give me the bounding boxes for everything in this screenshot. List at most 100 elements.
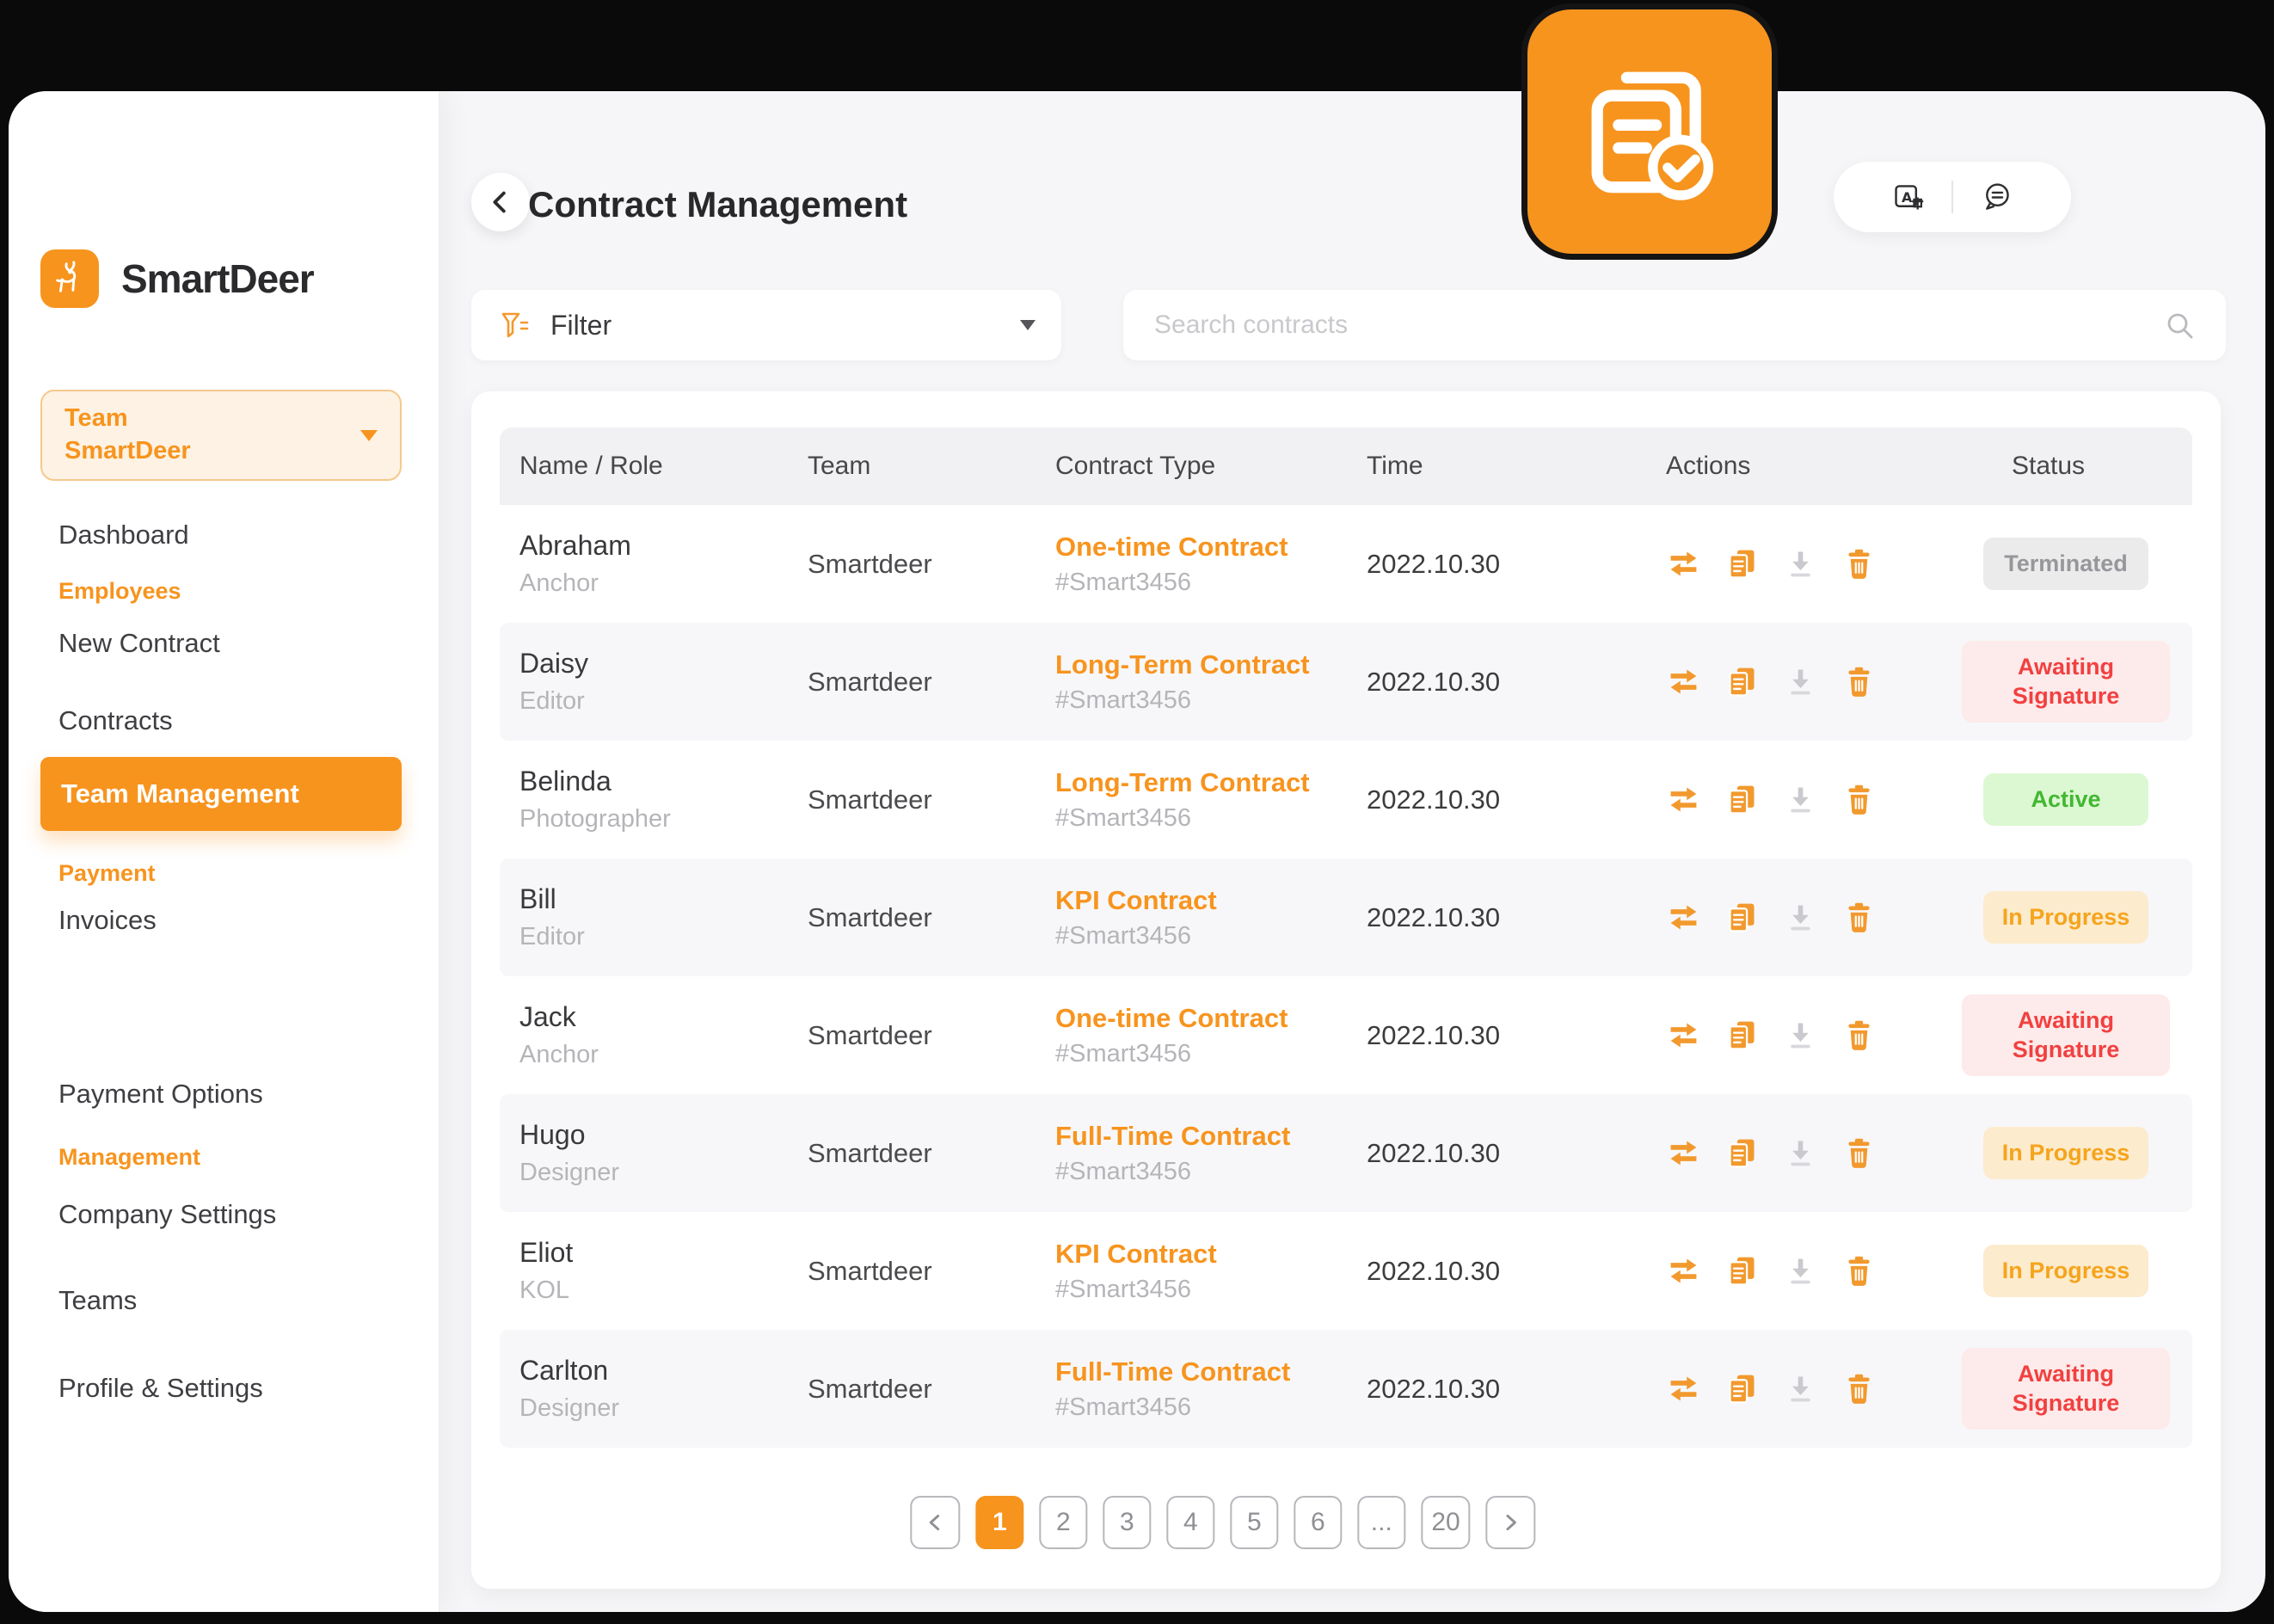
download-icon[interactable] (1783, 1253, 1818, 1289)
transfer-icon[interactable] (1666, 1253, 1701, 1289)
table-row: DaisyEditor Smartdeer Long-Term Contract… (500, 623, 2192, 741)
employee-role: Anchor (519, 1041, 808, 1069)
copy-icon[interactable] (1724, 1018, 1760, 1053)
employee-role: Anchor (519, 569, 808, 598)
pagination-page-3[interactable]: 3 (1103, 1496, 1151, 1549)
sidebar-item-company-settings[interactable]: Company Settings (58, 1199, 276, 1230)
download-icon[interactable] (1783, 1371, 1818, 1406)
sidebar-item-employees[interactable]: Employees (58, 578, 181, 605)
transfer-icon[interactable] (1666, 900, 1701, 935)
team-selector[interactable]: Team SmartDeer (40, 390, 402, 481)
pagination-page-5[interactable]: 5 (1230, 1496, 1278, 1549)
copy-icon[interactable] (1724, 900, 1760, 935)
sidebar-item-payment-options[interactable]: Payment Options (58, 1079, 263, 1110)
contract-time: 2022.10.30 (1367, 902, 1666, 933)
divider (1951, 181, 1953, 213)
download-icon[interactable] (1783, 1018, 1818, 1053)
download-icon[interactable] (1783, 546, 1818, 581)
team-name: Smartdeer (808, 549, 1055, 580)
pagination-page-2[interactable]: 2 (1039, 1496, 1087, 1549)
chevron-left-icon (920, 1508, 950, 1537)
screen: SmartDeer Team SmartDeer Dashboard Emplo… (0, 0, 2274, 1624)
team-selector-label: Team SmartDeer (65, 403, 191, 467)
employee-role: KOL (519, 1276, 808, 1305)
table-row: CarltonDesigner Smartdeer Full-Time Cont… (500, 1330, 2192, 1448)
copy-icon[interactable] (1724, 664, 1760, 699)
delete-icon[interactable] (1841, 1253, 1877, 1289)
table-row: BelindaPhotographer Smartdeer Long-Term … (500, 741, 2192, 858)
filter-funnel-icon (497, 308, 532, 342)
employee-name: Eliot (519, 1237, 808, 1269)
delete-icon[interactable] (1841, 1135, 1877, 1171)
copy-icon[interactable] (1724, 1253, 1760, 1289)
table-header: Name / Role Team Contract Type Time Acti… (500, 428, 2192, 505)
translate-icon[interactable] (1890, 180, 1926, 215)
main-content: Contract Management Filter Name / Role T (439, 91, 2265, 1612)
sidebar-item-dashboard[interactable]: Dashboard (58, 520, 189, 551)
documents-check-icon (1568, 50, 1731, 213)
contract-type: KPI Contract (1055, 885, 1367, 916)
employee-role: Editor (519, 687, 808, 716)
transfer-icon[interactable] (1666, 664, 1701, 699)
pagination-next-button[interactable] (1486, 1496, 1536, 1549)
copy-icon[interactable] (1724, 1371, 1760, 1406)
team-name: Smartdeer (808, 1374, 1055, 1405)
download-icon[interactable] (1783, 664, 1818, 699)
download-icon[interactable] (1783, 782, 1818, 817)
contract-id: #Smart3456 (1055, 569, 1367, 597)
table-row: JackAnchor Smartdeer One-time Contract#S… (500, 976, 2192, 1094)
download-icon[interactable] (1783, 1135, 1818, 1171)
logo-text: SmartDeer (121, 255, 314, 302)
copy-icon[interactable] (1724, 782, 1760, 817)
pagination-page-1[interactable]: 1 (975, 1496, 1023, 1549)
sidebar-item-team-management[interactable]: Team Management (40, 757, 402, 831)
sidebar-item-new-contract[interactable]: New Contract (58, 628, 220, 659)
contract-time: 2022.10.30 (1367, 1374, 1666, 1405)
transfer-icon[interactable] (1666, 546, 1701, 581)
team-name: Smartdeer (808, 784, 1055, 815)
chevron-down-icon (1020, 320, 1036, 330)
filter-dropdown[interactable]: Filter (471, 290, 1061, 360)
column-header-contract-type: Contract Type (1055, 452, 1367, 481)
table-body: AbrahamAnchor Smartdeer One-time Contrac… (500, 505, 2192, 1448)
delete-icon[interactable] (1841, 1371, 1877, 1406)
search-icon[interactable] (2162, 308, 2197, 342)
contract-type: Long-Term Contract (1055, 767, 1367, 798)
contract-id: #Smart3456 (1055, 1276, 1367, 1304)
transfer-icon[interactable] (1666, 1135, 1701, 1171)
pagination-ellipsis[interactable]: ... (1357, 1496, 1405, 1549)
employee-name: Daisy (519, 648, 808, 680)
pagination-page-4[interactable]: 4 (1166, 1496, 1214, 1549)
sidebar-item-profile-settings[interactable]: Profile & Settings (58, 1373, 263, 1404)
transfer-icon[interactable] (1666, 782, 1701, 817)
contract-time: 2022.10.30 (1367, 1138, 1666, 1169)
contract-type: Long-Term Contract (1055, 649, 1367, 680)
contract-id: #Smart3456 (1055, 686, 1367, 715)
pagination-page-6[interactable]: 6 (1294, 1496, 1342, 1549)
transfer-icon[interactable] (1666, 1371, 1701, 1406)
sidebar-item-management[interactable]: Management (58, 1144, 200, 1171)
employee-name: Hugo (519, 1119, 808, 1151)
delete-icon[interactable] (1841, 782, 1877, 817)
chevron-down-icon (360, 430, 378, 441)
pagination-prev-button[interactable] (910, 1496, 960, 1549)
sidebar-item-teams[interactable]: Teams (58, 1285, 137, 1316)
copy-icon[interactable] (1724, 1135, 1760, 1171)
sidebar-item-invoices[interactable]: Invoices (58, 905, 157, 936)
delete-icon[interactable] (1841, 546, 1877, 581)
employee-name: Carlton (519, 1355, 808, 1387)
chat-icon[interactable] (1979, 180, 2014, 215)
copy-icon[interactable] (1724, 546, 1760, 581)
sidebar-item-payment[interactable]: Payment (58, 860, 156, 887)
transfer-icon[interactable] (1666, 1018, 1701, 1053)
column-header-team: Team (808, 452, 1055, 481)
sidebar-item-contracts[interactable]: Contracts (58, 705, 173, 736)
back-button[interactable] (471, 173, 530, 231)
search-input[interactable] (1152, 310, 2162, 341)
pagination-page-20[interactable]: 20 (1421, 1496, 1470, 1549)
download-icon[interactable] (1783, 900, 1818, 935)
delete-icon[interactable] (1841, 1018, 1877, 1053)
app-window: SmartDeer Team SmartDeer Dashboard Emplo… (9, 91, 2265, 1612)
delete-icon[interactable] (1841, 900, 1877, 935)
delete-icon[interactable] (1841, 664, 1877, 699)
